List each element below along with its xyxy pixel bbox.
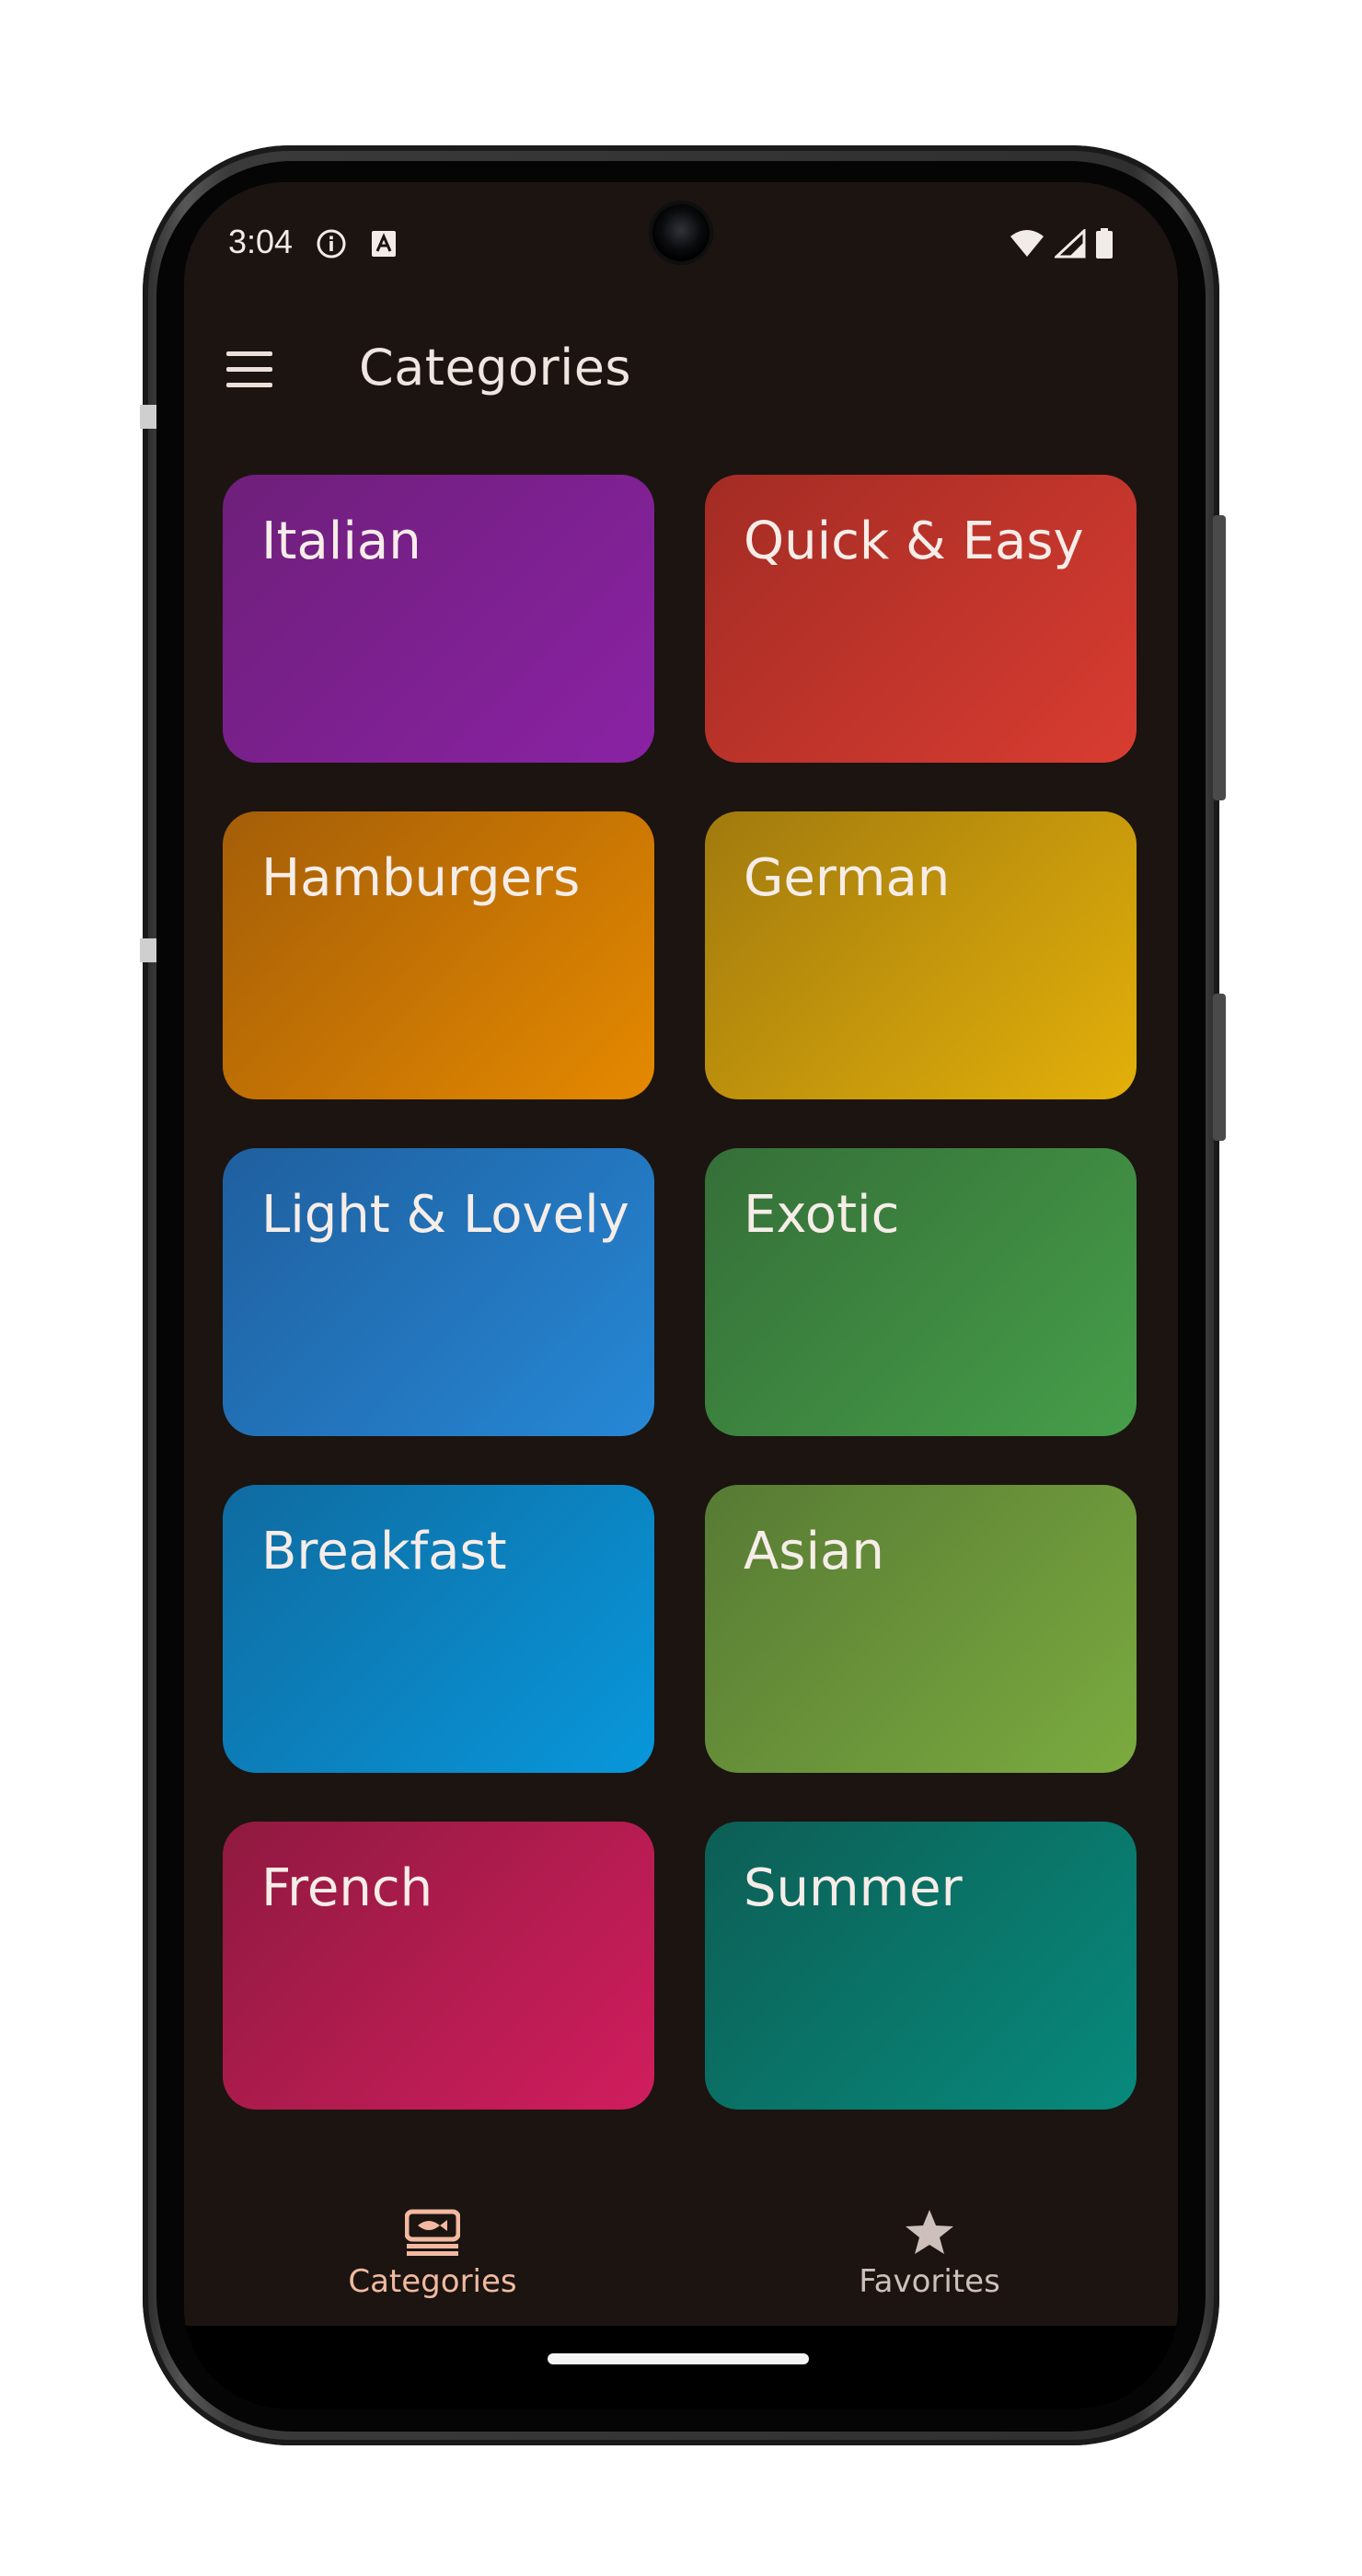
category-label: German <box>744 848 951 908</box>
category-label: Hamburgers <box>261 848 581 908</box>
category-card-exotic[interactable]: Exotic <box>705 1148 1137 1436</box>
category-card-summer[interactable]: Summer <box>705 1822 1137 2110</box>
wifi-icon <box>1010 230 1044 257</box>
category-label: Quick & Easy <box>744 512 1084 571</box>
menu-icon[interactable] <box>226 351 272 388</box>
battery-icon <box>1096 228 1113 259</box>
category-label: French <box>261 1858 433 1918</box>
status-time: 3:04 <box>228 223 294 260</box>
categories-icon <box>405 2209 460 2256</box>
power-button <box>1213 515 1226 800</box>
category-card-quick-easy[interactable]: Quick & Easy <box>705 475 1137 763</box>
category-label: Exotic <box>744 1185 900 1245</box>
status-icons-right <box>1009 228 1114 259</box>
category-card-german[interactable]: German <box>705 811 1137 1099</box>
bottom-navigation: Categories Favorites <box>184 2160 1178 2326</box>
status-bar: 3:04 <box>184 182 1178 311</box>
screen: 3:04 Categories Italian Quick & Easy Ham… <box>184 182 1178 2409</box>
category-card-asian[interactable]: Asian <box>705 1485 1137 1773</box>
nav-item-categories[interactable]: Categories <box>184 2160 681 2326</box>
volume-button <box>1213 994 1226 1141</box>
category-label: Summer <box>744 1858 963 1918</box>
category-card-french[interactable]: French <box>223 1822 654 2110</box>
star-icon <box>906 2210 953 2254</box>
category-label: Italian <box>261 512 421 571</box>
nav-label-categories: Categories <box>348 2263 517 2300</box>
category-card-breakfast[interactable]: Breakfast <box>223 1485 654 1773</box>
home-gesture-handle[interactable] <box>548 2353 809 2364</box>
category-card-light-lovely[interactable]: Light & Lovely <box>223 1148 654 1436</box>
gesture-bar <box>184 2326 1178 2409</box>
category-label: Asian <box>744 1522 884 1581</box>
nav-item-favorites[interactable]: Favorites <box>681 2160 1178 2326</box>
signal-icon <box>1055 229 1086 259</box>
a-notification-icon <box>372 231 396 257</box>
info-icon <box>317 229 346 259</box>
category-card-italian[interactable]: Italian <box>223 475 654 763</box>
front-camera <box>652 204 710 261</box>
category-label: Light & Lovely <box>261 1185 629 1245</box>
nav-label-favorites: Favorites <box>859 2263 1000 2300</box>
category-card-hamburgers[interactable]: Hamburgers <box>223 811 654 1099</box>
category-label: Breakfast <box>261 1522 507 1581</box>
top-app-bar: Categories <box>184 311 1178 431</box>
page-title: Categories <box>359 339 632 397</box>
